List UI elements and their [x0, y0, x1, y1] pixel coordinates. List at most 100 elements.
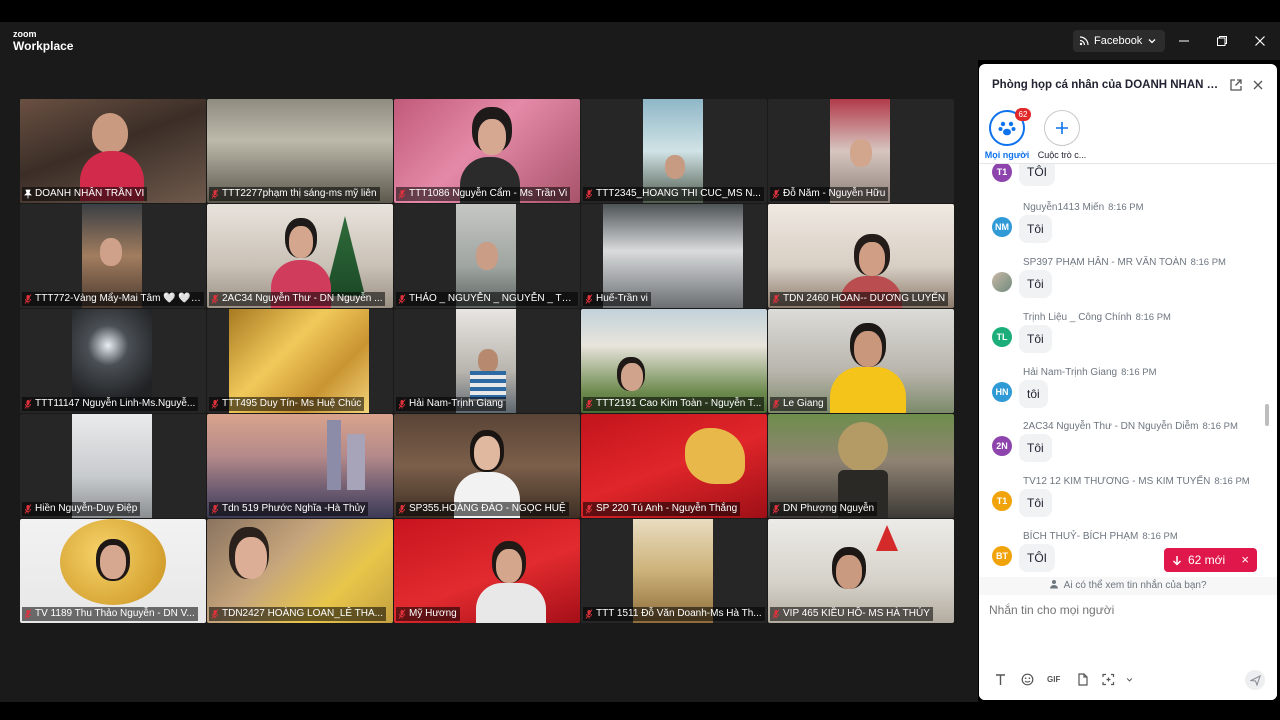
logo-top: zoom	[13, 29, 37, 39]
screenshot-icon	[1102, 673, 1115, 685]
muted-mic-icon	[772, 294, 780, 304]
sender-name: TV12 12 KIM THƯƠNG - MS KIM TUYẾN	[1023, 476, 1211, 487]
muted-mic-icon	[772, 504, 780, 514]
video-tile[interactable]: TDN 2460 HOAN-- DƯƠNG LUYẾN	[768, 204, 954, 308]
video-tile[interactable]: TTT2191 Cao Kim Toàn - Nguyễn T...	[581, 309, 767, 413]
chat-tabs: 62 Mọi người Cuộc trò c...	[979, 106, 1277, 164]
video-tile[interactable]: TV 1189 Thu Thảo Nguyễn - DN V...	[20, 519, 206, 623]
screenshot-button[interactable]	[1102, 672, 1115, 686]
video-tile[interactable]: TDN2427 HOÀNG LOAN_LÊ THA...	[207, 519, 393, 623]
message-bubble: tôi	[1019, 380, 1048, 408]
muted-mic-icon	[24, 504, 32, 514]
message-bubble: TÔI	[1019, 164, 1055, 186]
chat-message: SP397 PHẠM HÂN - MR VĂN TOÀN 8:16 PM Tôi	[979, 257, 1269, 312]
participant-name-label: Hải Nam-Trịnh Giang	[396, 397, 507, 411]
message-input[interactable]	[989, 603, 1259, 617]
message-time: 8:16 PM	[1190, 257, 1226, 268]
video-tile[interactable]: Mỹ Hương	[394, 519, 580, 623]
logo-bottom: Workplace	[13, 39, 74, 53]
tab-everyone[interactable]: 62 Mọi người	[981, 108, 1033, 160]
video-tile[interactable]: Hiền Nguyễn-Duy Điệp	[20, 414, 206, 518]
tab-new-conversation[interactable]: Cuộc trò c...	[1036, 110, 1088, 160]
muted-mic-icon	[772, 609, 780, 619]
new-messages-button[interactable]: 62 mới ×	[1164, 548, 1257, 572]
send-button[interactable]	[1245, 670, 1265, 690]
video-tile[interactable]: TTT772-Vàng Mẩy-Mai Tâm 🤍 🤍 ...	[20, 204, 206, 308]
muted-mic-icon	[398, 399, 406, 409]
avatar-photo	[992, 272, 1012, 292]
participant-name-label: VIP 465 KIỀU HỒ- MS HÀ THỦY	[770, 607, 933, 621]
avatar: 2N	[992, 436, 1012, 456]
chevron-down-icon	[1148, 39, 1156, 44]
pop-out-icon[interactable]	[1229, 78, 1243, 92]
muted-mic-icon	[585, 399, 593, 409]
video-tile[interactable]: 2AC34 Nguyễn Thư - DN Nguyễn ...	[207, 204, 393, 308]
video-tile[interactable]: Hải Nam-Trịnh Giang	[394, 309, 580, 413]
participant-name-label: TV 1189 Thu Thảo Nguyễn - DN V...	[22, 607, 198, 621]
gallery-view: DOANH NHÂN TRẦN VI TTT2277phạm thị sáng-…	[20, 99, 954, 626]
video-tile[interactable]: TTT2345_HOANG THI CUC_MS N...	[581, 99, 767, 203]
muted-mic-icon	[211, 294, 219, 304]
participant-name-label: TDN2427 HOÀNG LOAN_LÊ THA...	[209, 607, 386, 621]
attach-file-button[interactable]	[1076, 672, 1089, 686]
participant-name-label: Hiền Nguyễn-Duy Điệp	[22, 502, 141, 516]
emoji-button[interactable]	[1021, 672, 1034, 686]
video-tile[interactable]: Le Giang	[768, 309, 954, 413]
more-tools-button[interactable]	[1125, 672, 1134, 686]
video-tile[interactable]: TTT11147 Nguyễn Linh-Ms.Nguyễ...	[20, 309, 206, 413]
muted-mic-icon	[398, 189, 406, 199]
video-tile[interactable]: Huế-Trần vi	[581, 204, 767, 308]
participant-name-label: TDN 2460 HOAN-- DƯƠNG LUYẾN	[770, 292, 949, 306]
participant-name-label: SP 220 Tú Anh - Nguyễn Thắng	[583, 502, 741, 516]
close-window-button[interactable]	[1251, 32, 1269, 50]
avatar: HN	[992, 382, 1012, 402]
gif-button[interactable]: GIF	[1047, 672, 1060, 686]
minimize-button[interactable]	[1175, 32, 1193, 50]
participant-name-label: DN Phượng Nguyễn	[770, 502, 878, 516]
participant-name-label: TTT2345_HOANG THI CUC_MS N...	[583, 187, 764, 201]
video-tile[interactable]: TTT495 Duy Tín- Ms Huệ Chúc	[207, 309, 393, 413]
format-text-button[interactable]	[994, 672, 1007, 686]
close-icon[interactable]	[1251, 78, 1265, 92]
pin-icon	[24, 189, 32, 199]
dismiss-icon[interactable]: ×	[1241, 552, 1249, 568]
message-composer: GIF	[979, 595, 1277, 700]
video-tile[interactable]: SP 220 Tú Anh - Nguyễn Thắng	[581, 414, 767, 518]
restore-icon	[1217, 36, 1227, 46]
facebook-label: Facebook	[1094, 35, 1143, 47]
video-tile[interactable]: DN Phượng Nguyễn	[768, 414, 954, 518]
muted-mic-icon	[24, 399, 32, 409]
message-meta: SP397 PHẠM HÂN - MR VĂN TOÀN 8:16 PM	[1023, 257, 1226, 268]
unread-badge: 62	[1015, 108, 1031, 121]
video-tile[interactable]: THẢO _ NGUYỄN _ NGUYỄN _ TR...	[394, 204, 580, 308]
message-bubble: TÔI	[1019, 544, 1055, 572]
video-tile[interactable]: VIP 465 KIỀU HỒ- MS HÀ THỦY	[768, 519, 954, 623]
participant-name-label: THẢO _ NGUYỄN _ NGUYỄN _ TR...	[396, 292, 578, 306]
video-tile[interactable]: TTT 1511 Đỗ Văn Doanh-Ms Hà Th...	[581, 519, 767, 623]
video-tile[interactable]: TTT1086 Nguyễn Cẩm - Ms Trần Vi	[394, 99, 580, 203]
video-tile[interactable]: SP355.HOÀNG ĐÀO - NGỌC HUỆ	[394, 414, 580, 518]
muted-mic-icon	[398, 504, 406, 514]
participant-name-label: TTT 1511 Đỗ Văn Doanh-Ms Hà Th...	[583, 607, 765, 621]
chat-panel: Phòng họp cá nhân của DOANH NHÂN TRẦ... …	[979, 64, 1277, 700]
muted-mic-icon	[24, 294, 32, 304]
sender-name: Trịnh Liệu _ Công Chính	[1023, 312, 1132, 323]
chat-message: Nguyễn1413 Miến 8:16 PM NM Tôi	[979, 202, 1269, 257]
muted-mic-icon	[211, 504, 219, 514]
avatar: BT	[992, 546, 1012, 566]
chat-scrollbar[interactable]	[1265, 404, 1269, 426]
message-list[interactable]: T1 TÔI Nguyễn1413 Miến 8:16 PM NM Tôi SP3…	[979, 164, 1269, 574]
close-icon	[1255, 36, 1265, 46]
video-tile[interactable]: Tdn 519 Phước Nghĩa -Hà Thủy	[207, 414, 393, 518]
avatar: NM	[992, 217, 1012, 237]
restore-button[interactable]	[1213, 32, 1231, 50]
chat-message: Trịnh Liệu _ Công Chính 8:16 PM TL Tôi	[979, 312, 1269, 367]
participant-name-label: TTT1086 Nguyễn Cẩm - Ms Trần Vi	[396, 187, 571, 201]
video-tile[interactable]: Đỗ Năm - Nguyễn Hữu	[768, 99, 954, 203]
video-tile[interactable]: DOANH NHÂN TRẦN VI	[20, 99, 206, 203]
video-tile[interactable]: TTT2277phạm thị sáng-ms mỹ liên	[207, 99, 393, 203]
live-stream-facebook-button[interactable]: Facebook	[1073, 30, 1166, 52]
tab-new-conversation-label: Cuộc trò c...	[1037, 150, 1087, 160]
message-time: 8:16 PM	[1202, 421, 1238, 432]
chat-visibility-note[interactable]: Ai có thể xem tin nhắn của bạn?	[979, 577, 1277, 595]
